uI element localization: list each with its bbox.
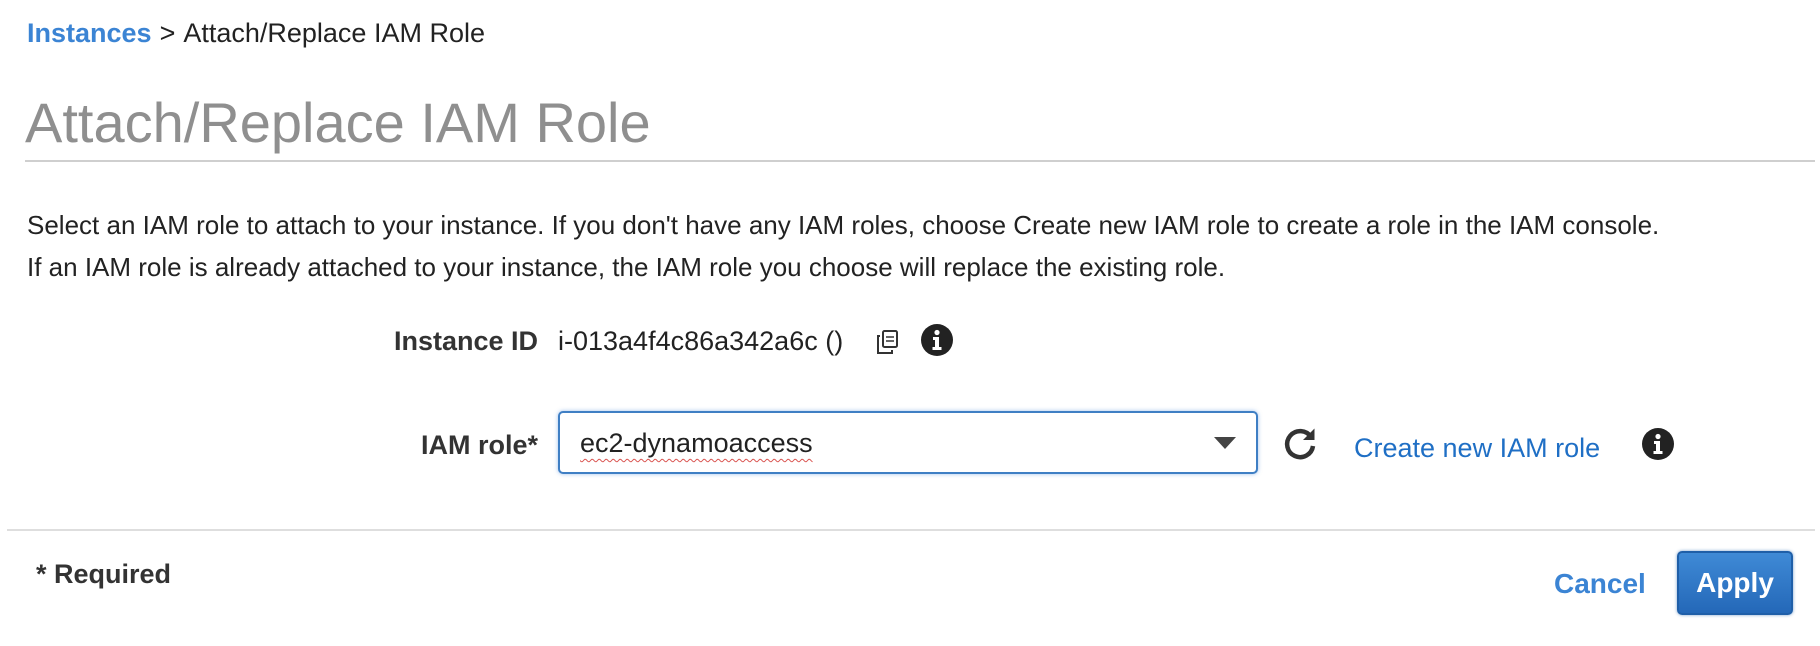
cancel-button[interactable]: Cancel	[1554, 566, 1646, 602]
description-line-1: Select an IAM role to attach to your ins…	[27, 210, 1660, 240]
create-new-iam-role-link[interactable]: Create new IAM role	[1354, 430, 1600, 466]
refresh-icon[interactable]	[1280, 424, 1320, 464]
iam-role-selected-value: ec2-dynamoaccess	[580, 428, 813, 458]
iam-role-info-icon[interactable]	[1641, 427, 1675, 461]
copy-icon[interactable]	[874, 328, 902, 356]
breadcrumb-separator: >	[159, 18, 176, 48]
title-divider	[25, 160, 1815, 162]
instance-id-value: i-013a4f4c86a342a6c ()	[558, 326, 844, 356]
instance-id-label: Instance ID	[393, 326, 538, 356]
page-title: Attach/Replace IAM Role	[25, 91, 651, 154]
required-note: * Required	[36, 559, 172, 589]
instance-info-icon[interactable]	[920, 323, 954, 357]
breadcrumb-instances-link[interactable]: Instances	[27, 18, 152, 48]
apply-button[interactable]: Apply	[1677, 551, 1793, 615]
breadcrumb-current: Attach/Replace IAM Role	[183, 18, 485, 48]
description-line-2: If an IAM role is already attached to yo…	[27, 252, 1226, 282]
breadcrumb: Instances > Attach/Replace IAM Role	[27, 15, 485, 51]
iam-role-label: IAM role*	[420, 430, 538, 460]
chevron-down-icon	[1214, 437, 1236, 449]
iam-role-select[interactable]: ec2-dynamoaccess	[558, 411, 1258, 474]
footer-divider	[7, 529, 1815, 531]
description: Select an IAM role to attach to your ins…	[27, 204, 1817, 288]
